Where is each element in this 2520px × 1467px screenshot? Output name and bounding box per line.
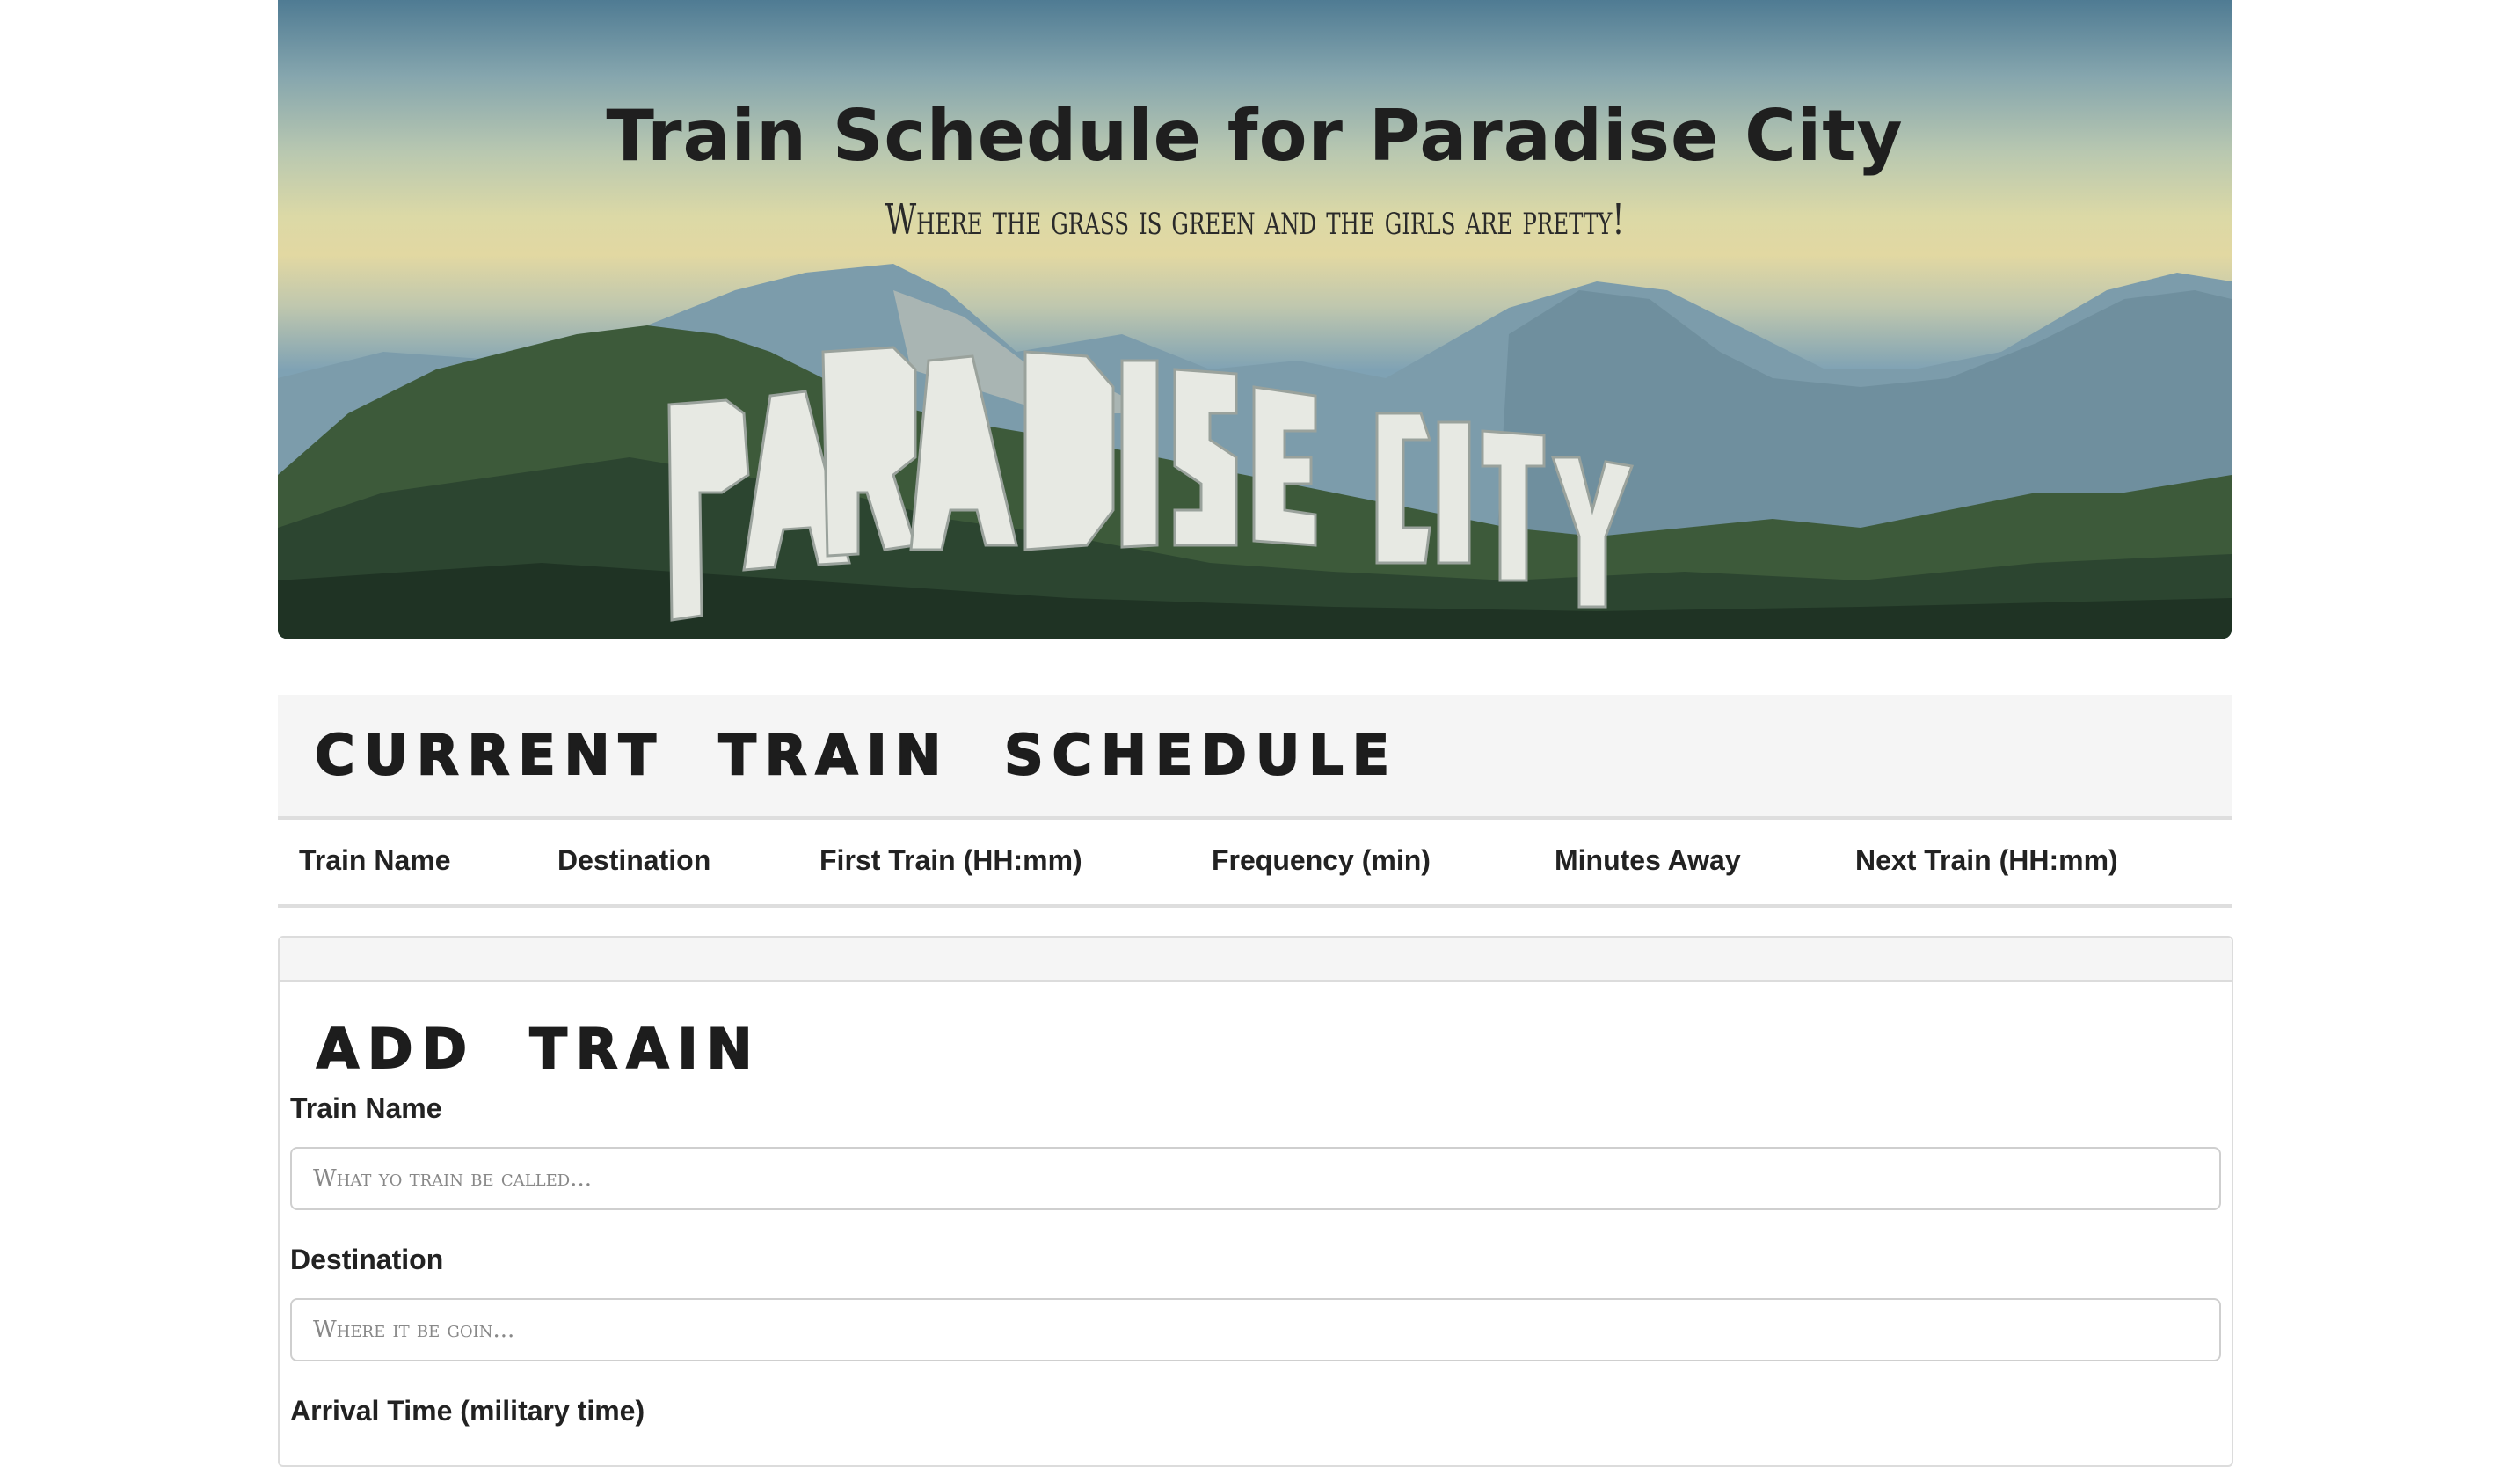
column-first-train: First Train (HH:mm) [819, 844, 1082, 876]
add-train-panel-bar [280, 938, 2232, 982]
column-train-name: Train Name [299, 844, 451, 876]
train-name-input[interactable] [290, 1147, 2221, 1210]
page-container: Train Schedule for Paradise City Where t… [278, 0, 2233, 1467]
column-destination: Destination [557, 844, 711, 876]
schedule-heading: CURRENT TRAIN SCHEDULE [314, 722, 1399, 788]
train-name-label: Train Name [290, 1092, 442, 1124]
add-train-heading: ADD TRAIN [316, 1016, 761, 1082]
destination-label: Destination [290, 1244, 444, 1275]
column-next-train: Next Train (HH:mm) [1855, 844, 2118, 876]
column-frequency: Frequency (min) [1212, 844, 1431, 876]
page-subtitle: Where the grass is green and the girls a… [885, 195, 1625, 244]
column-minutes-away: Minutes Away [1555, 844, 1741, 876]
destination-input[interactable] [290, 1298, 2221, 1361]
add-train-panel: ADD TRAIN Train Name Destination Arrival… [278, 936, 2233, 1467]
schedule-table-header: Train Name Destination First Train (HH:m… [278, 820, 2232, 908]
schedule-panel-header: CURRENT TRAIN SCHEDULE [278, 695, 2232, 820]
arrival-time-label: Arrival Time (military time) [290, 1395, 645, 1427]
hero-banner: Train Schedule for Paradise City Where t… [278, 0, 2232, 639]
page-title: Train Schedule for Paradise City [606, 95, 1904, 177]
